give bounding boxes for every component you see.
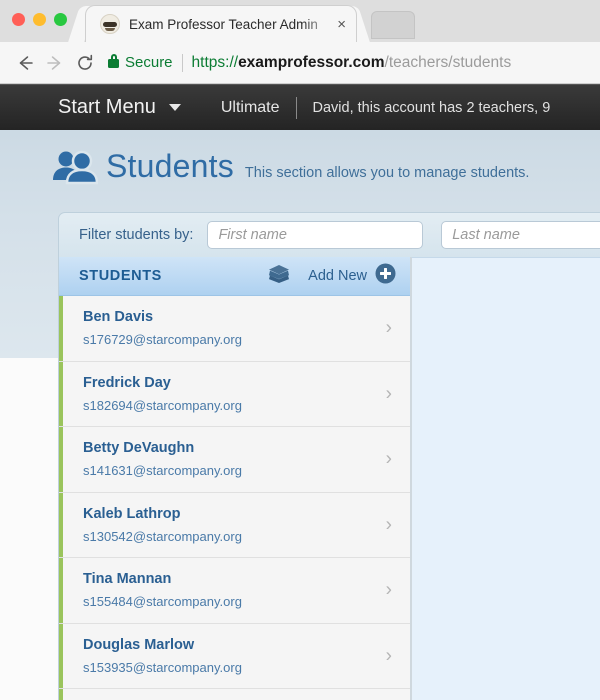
add-new-label: Add New (308, 268, 367, 284)
student-name: Kaleb Lathrop (83, 505, 181, 522)
browser-tabstrip: Exam Professor Teacher Admin × (0, 0, 600, 42)
browser-tab[interactable]: Exam Professor Teacher Admin × (86, 6, 356, 42)
address-bar[interactable]: Secure https://examprofessor.com/teacher… (108, 49, 590, 77)
student-row[interactable]: Betty DeVaughn s141631@starcompany.org › (59, 427, 410, 493)
students-list-title: STUDENTS (79, 268, 162, 284)
chevron-down-icon (168, 104, 181, 111)
student-row[interactable]: Ben Davis s176729@starcompany.org › (59, 296, 410, 362)
page-header: Students This section allows you to mana… (52, 148, 529, 185)
lock-icon (108, 54, 119, 68)
app-navigation-bar: Start Menu Ultimate David, this account … (0, 84, 600, 130)
page-body: Students This section allows you to mana… (0, 130, 600, 700)
secure-label: Secure (125, 54, 173, 71)
student-row[interactable]: Kaleb Lathrop s130542@starcompany.org › (59, 492, 410, 558)
url-scheme: https:// (191, 53, 239, 71)
tab-title: Exam Professor Teacher Admin (129, 16, 318, 32)
student-email: s141631@starcompany.org (83, 463, 242, 479)
chevron-right-icon: › (385, 383, 392, 405)
chevron-right-icon: › (385, 645, 392, 667)
layers-icon[interactable] (268, 264, 290, 289)
maximize-window-button[interactable] (54, 13, 67, 26)
start-menu-label: Start Menu (58, 96, 156, 118)
add-new-button[interactable]: Add New (308, 263, 396, 289)
students-list: Ben Davis s176729@starcompany.org › Fred… (59, 296, 410, 700)
student-name: Tina Mannan (83, 571, 172, 588)
new-tab-button[interactable] (372, 12, 414, 38)
page-subtitle: This section allows you to manage studen… (244, 165, 530, 181)
close-window-button[interactable] (12, 13, 25, 26)
url-path: /teachers/students (384, 53, 512, 71)
plan-label: Ultimate (220, 98, 280, 116)
chevron-right-icon: › (385, 317, 392, 339)
chevron-right-icon: › (385, 579, 392, 601)
student-email: s153935@starcompany.org (83, 659, 242, 675)
start-menu-button[interactable]: Start Menu (58, 96, 181, 119)
nav-divider (295, 96, 297, 119)
professor-face-favicon (100, 14, 120, 34)
students-list-header: STUDENTS Add New (59, 257, 410, 296)
student-row[interactable]: Fredrick Day s182694@starcompany.org › (59, 361, 410, 427)
student-row[interactable]: Douglas Marlow s153935@starcompany.org › (59, 623, 410, 689)
back-button[interactable] (10, 48, 40, 78)
reload-button[interactable] (70, 48, 100, 78)
people-icon (52, 149, 98, 185)
student-row[interactable] (59, 689, 410, 700)
student-email: s130542@starcompany.org (83, 528, 242, 544)
filter-first-name-input[interactable] (207, 221, 424, 249)
student-detail-panel (411, 257, 600, 700)
filter-bar: Filter students by: (58, 212, 600, 257)
browser-toolbar: Secure https://examprofessor.com/teacher… (0, 42, 600, 84)
student-name: Douglas Marlow (83, 636, 195, 653)
account-message: David, this account has 2 teachers, 9 (312, 99, 551, 116)
student-email: s176729@starcompany.org (83, 332, 242, 348)
browser-window: Exam Professor Teacher Admin × Secure ht… (0, 0, 600, 700)
student-email: s182694@starcompany.org (83, 397, 242, 413)
student-row[interactable]: Tina Mannan s155484@starcompany.org › (59, 558, 410, 624)
plus-circle-icon (375, 263, 396, 289)
url-host: examprofessor.com (238, 53, 385, 71)
url-divider (181, 53, 183, 72)
student-email: s155484@starcompany.org (83, 594, 242, 610)
filter-last-name-input[interactable] (441, 221, 600, 249)
student-name: Betty DeVaughn (83, 440, 195, 457)
forward-button[interactable] (40, 48, 70, 78)
student-name: Fredrick Day (83, 374, 171, 391)
minimize-window-button[interactable] (33, 13, 46, 26)
student-name: Ben Davis (83, 309, 154, 326)
window-controls (12, 13, 67, 26)
chevron-right-icon: › (385, 514, 392, 536)
students-list-panel: STUDENTS Add New Ben Davis s176729@starc… (58, 257, 411, 700)
close-tab-icon[interactable]: × (335, 17, 348, 32)
page-title: Students (106, 148, 234, 184)
chevron-right-icon: › (385, 448, 392, 470)
filter-label: Filter students by: (79, 227, 194, 243)
